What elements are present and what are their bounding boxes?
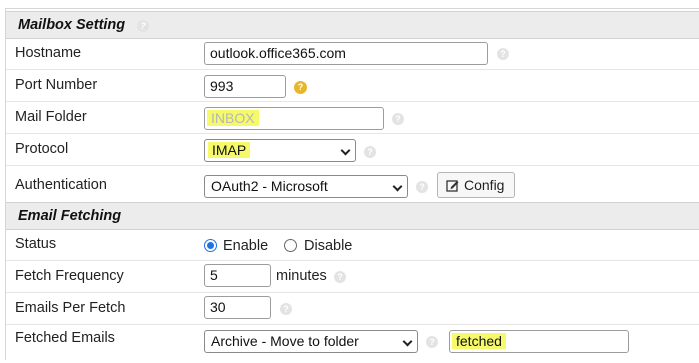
fetched-action-select[interactable]: Archive - Move to folder: [204, 330, 418, 353]
emails-per-fetch-row: Emails Per Fetch 30 ?: [6, 293, 699, 325]
help-icon[interactable]: ?: [364, 146, 376, 158]
config-label: Config: [464, 177, 505, 193]
chevron-down-icon: [402, 336, 413, 347]
status-label: Status: [15, 236, 57, 252]
help-icon[interactable]: ?: [416, 181, 428, 193]
section-title: Mailbox Setting: [18, 17, 126, 33]
authentication-value: OAuth2 - Microsoft: [211, 178, 328, 194]
fetch-frequency-label: Fetch Frequency: [15, 268, 124, 284]
authentication-label: Authentication: [15, 177, 107, 193]
help-icon[interactable]: ?: [426, 336, 438, 348]
mailbox-setting-header: Mailbox Setting ?: [6, 11, 699, 39]
hostname-input[interactable]: outlook.office365.com: [204, 42, 488, 65]
edit-icon: [446, 180, 459, 192]
help-icon[interactable]: ?: [280, 303, 292, 315]
chevron-down-icon: [340, 145, 351, 156]
enable-radio[interactable]: [204, 239, 217, 252]
fetch-frequency-row: Fetch Frequency 5 minutes ?: [6, 261, 699, 293]
protocol-label: Protocol: [15, 141, 69, 157]
mail-folder-input[interactable]: INBOX: [204, 107, 384, 130]
emails-per-fetch-input[interactable]: 30: [204, 296, 271, 319]
emails-per-fetch-label: Emails Per Fetch: [15, 300, 126, 316]
email-fetching-header: Email Fetching: [6, 202, 699, 230]
fetched-emails-row: Fetched Emails Archive - Move to folder …: [6, 325, 699, 361]
port-input[interactable]: 993: [204, 75, 286, 98]
help-icon[interactable]: ?: [392, 113, 404, 125]
help-icon[interactable]: ?: [497, 48, 509, 60]
fetch-frequency-input[interactable]: 5: [204, 264, 271, 287]
hostname-label: Hostname: [15, 45, 82, 61]
disable-radio[interactable]: [284, 239, 297, 252]
protocol-value: IMAP: [208, 142, 251, 158]
enable-label[interactable]: Enable: [223, 237, 268, 255]
frequency-unit: minutes: [276, 268, 327, 284]
mail-folder-label: Mail Folder: [15, 109, 87, 125]
mail-folder-placeholder: INBOX: [207, 110, 259, 126]
help-icon[interactable]: ?: [334, 271, 346, 283]
mail-folder-row: Mail Folder INBOX ?: [6, 102, 699, 134]
port-row: Port Number 993 ?: [6, 70, 699, 102]
protocol-select[interactable]: IMAP: [204, 139, 356, 162]
port-label: Port Number: [15, 77, 98, 93]
hostname-row: Hostname outlook.office365.com ?: [6, 38, 699, 70]
disable-label[interactable]: Disable: [304, 237, 352, 255]
config-button[interactable]: Config: [437, 172, 516, 198]
chevron-down-icon: [392, 181, 403, 192]
settings-form: Mailbox Setting ? Hostname outlook.offic…: [5, 8, 699, 360]
fetched-folder-value: fetched: [452, 333, 506, 349]
status-row: Status Enable Disable: [6, 229, 699, 261]
fetched-folder-input[interactable]: fetched: [449, 330, 629, 353]
authentication-select[interactable]: OAuth2 - Microsoft: [204, 175, 408, 198]
fetched-action-value: Archive - Move to folder: [211, 333, 359, 349]
section-title: Email Fetching: [18, 208, 122, 224]
protocol-row: Protocol IMAP ?: [6, 134, 699, 166]
authentication-row: Authentication OAuth2 - Microsoft ? Conf…: [6, 166, 699, 202]
help-icon[interactable]: ?: [137, 20, 149, 32]
fetched-emails-label: Fetched Emails: [15, 330, 115, 346]
help-icon[interactable]: ?: [294, 81, 307, 94]
